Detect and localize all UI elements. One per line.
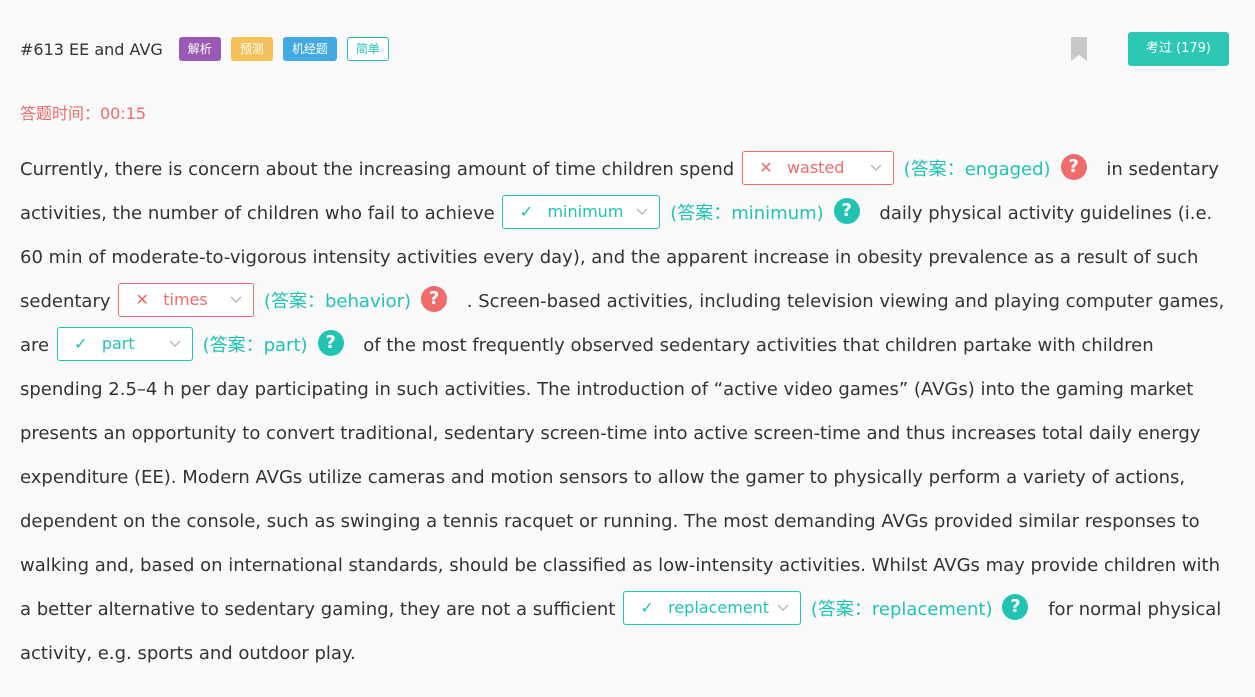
blank-dropdown[interactable]: ✓ part [56,327,193,361]
blank-value: minimum [547,202,624,221]
chevron-down-icon [637,208,648,215]
blank-value: replacement [668,598,770,617]
check-mark-icon: ✓ [519,202,534,221]
tag-prediction: 预测 [230,37,273,61]
correct-answer: (答案：minimum) [670,203,824,224]
tag-difficulty: 简单 [346,37,389,61]
tag-exam-question: 机经题 [282,37,337,61]
chevron-down-icon [870,164,882,171]
chevron-down-icon [230,296,242,303]
check-mark-icon: ✓ [640,598,654,617]
answer-timer: 答题时间：00:15 [20,104,147,123]
help-icon[interactable]: ? [833,198,860,224]
blank-value: wasted [786,158,845,177]
bookmark-icon[interactable] [1070,36,1088,62]
correct-answer: (答案：replacement) [810,599,993,620]
help-icon[interactable]: ? [421,286,448,312]
help-icon[interactable]: ? [1002,594,1029,620]
exam-count-button[interactable]: 考过 (179) [1127,32,1229,66]
blank-value: times [163,290,208,309]
tag-analysis[interactable]: 解析 [178,37,221,61]
passage-segment: Currently, there is concern about the in… [20,159,735,180]
correct-answer: (答案：behavior) [263,291,412,312]
correct-answer: (答案：engaged) [903,159,1051,180]
chevron-down-icon [777,604,789,611]
question-page: #613 EE and AVG 解析 预测 机经题 简单 考过 (179) 答题… [0,0,1255,697]
blank-dropdown[interactable]: ✓ minimum [502,195,661,229]
chevron-down-icon [169,340,181,347]
blank-dropdown[interactable]: ✕ wasted [741,151,894,185]
question-header: #613 EE and AVG 解析 预测 机经题 简单 考过 (179) [20,32,1229,66]
passage-text: Currently, there is concern about the in… [20,148,1232,676]
check-mark-icon: ✓ [74,334,88,353]
question-title: #613 EE and AVG [20,39,163,59]
correct-answer: (答案：part) [202,335,308,356]
wrong-mark-icon: ✕ [759,158,773,177]
blank-value: part [101,334,135,353]
help-icon[interactable]: ? [1060,154,1087,180]
help-icon[interactable]: ? [317,330,344,356]
blank-dropdown[interactable]: ✓ replacement [623,591,802,625]
passage-segment: of the most frequently observed sedentar… [20,335,1221,620]
blank-dropdown[interactable]: ✕ times [118,283,255,317]
wrong-mark-icon: ✕ [135,290,149,309]
